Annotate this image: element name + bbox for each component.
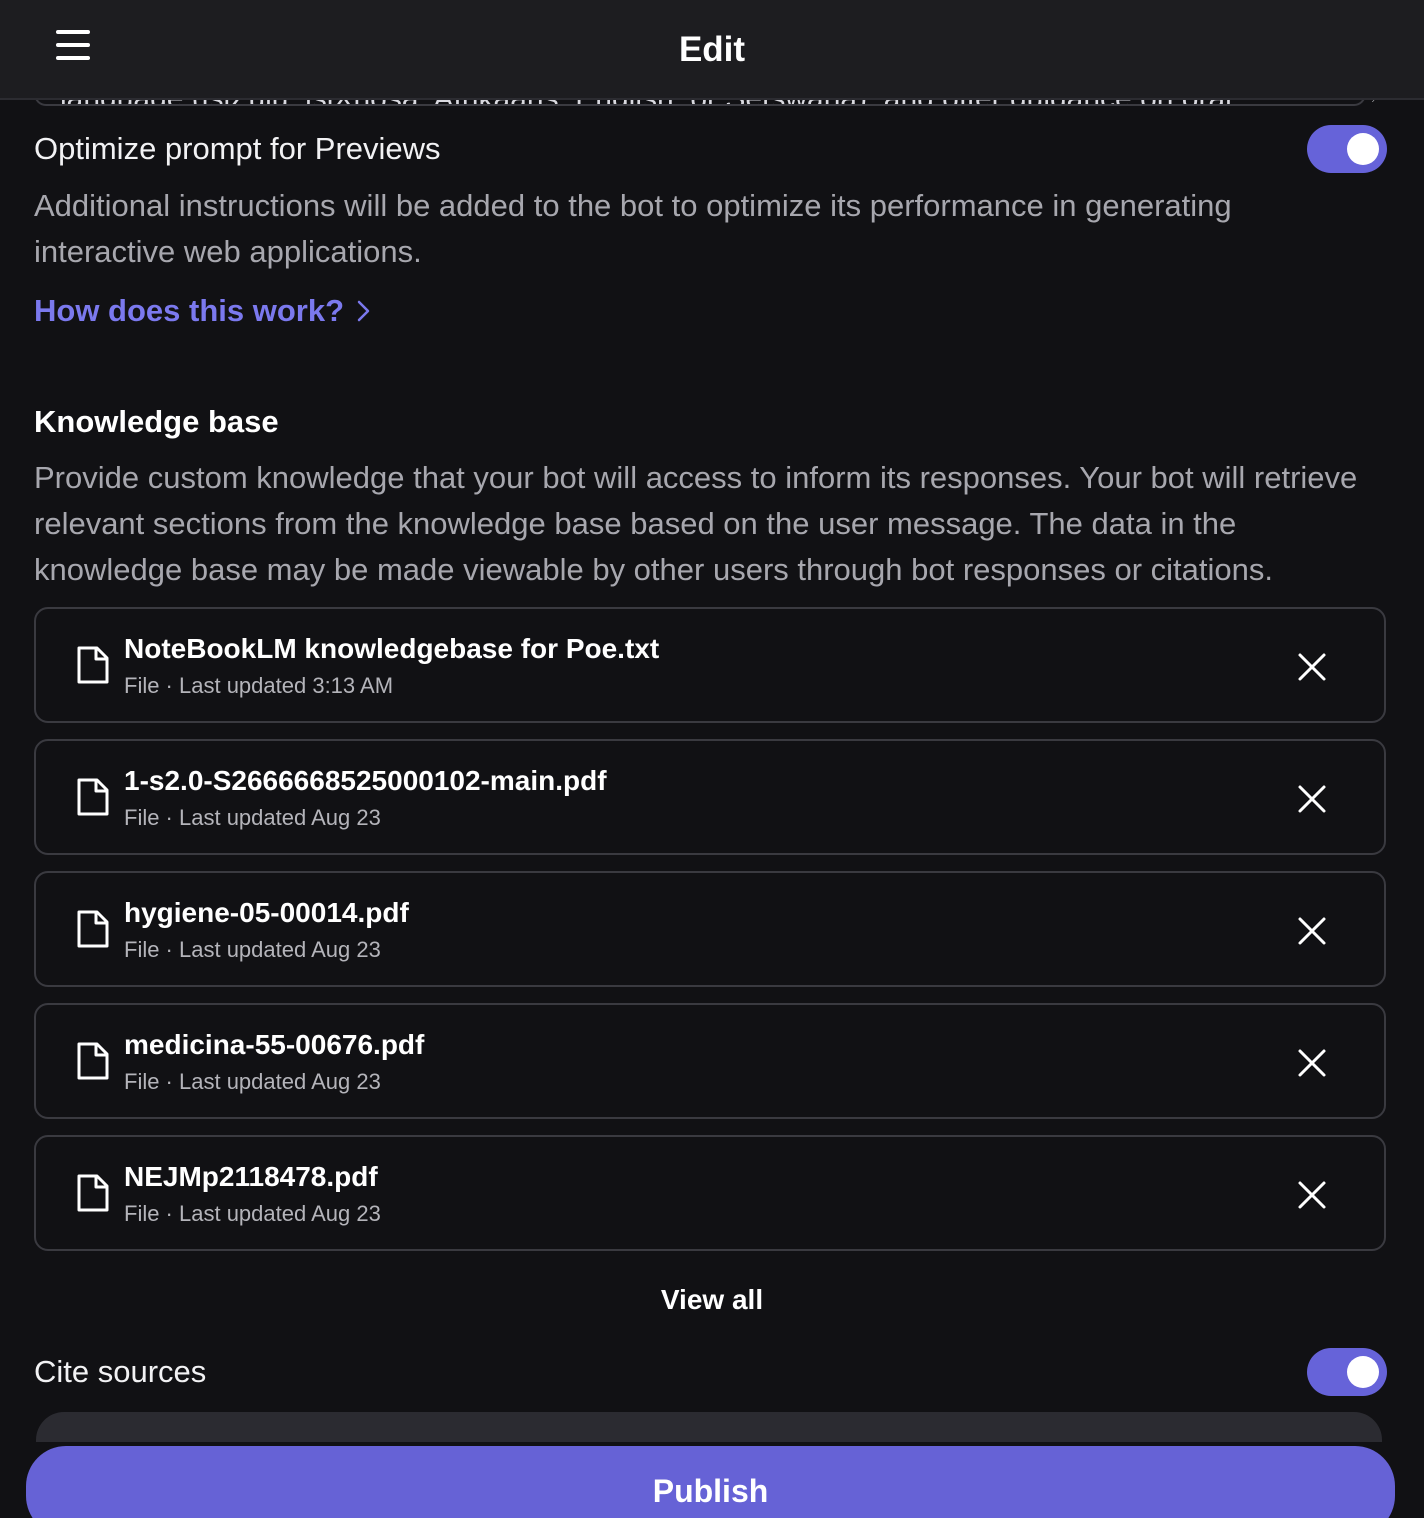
view-all-button[interactable]: View all	[0, 1284, 1424, 1316]
knowledge-base-title: Knowledge base	[34, 404, 279, 439]
file-icon	[77, 778, 109, 816]
file-item[interactable]: hygiene-05-00014.pdf File · Last updated…	[34, 871, 1386, 987]
chevron-right-icon	[357, 300, 370, 322]
file-name: 1-s2.0-S2666668525000102-main.pdf	[124, 765, 607, 796]
optimize-previews-label: Optimize prompt for Previews	[34, 131, 441, 166]
file-icon	[77, 1042, 109, 1080]
cite-sources-label: Cite sources	[34, 1354, 207, 1389]
file-meta: File · Last updated Aug 23	[124, 937, 381, 962]
how-does-this-work-link[interactable]: How does this work?	[34, 293, 372, 329]
file-item[interactable]: medicina-55-00676.pdf File · Last update…	[34, 1003, 1386, 1119]
file-item[interactable]: NEJMp2118478.pdf File · Last updated Aug…	[34, 1135, 1386, 1251]
close-icon[interactable]	[1292, 911, 1332, 951]
close-icon[interactable]	[1292, 779, 1332, 819]
file-name: medicina-55-00676.pdf	[124, 1029, 425, 1060]
file-icon	[77, 1174, 109, 1212]
publish-button[interactable]: Publish	[26, 1446, 1395, 1518]
close-icon[interactable]	[1292, 1175, 1332, 1215]
file-meta: File · Last updated Aug 23	[124, 805, 381, 830]
top-bar: Edit	[0, 0, 1424, 100]
how-does-this-work-label: How does this work?	[34, 293, 345, 328]
knowledge-base-description: Provide custom knowledge that your bot w…	[34, 460, 1358, 587]
cite-sources-toggle[interactable]	[1307, 1348, 1387, 1396]
optimize-previews-description: Additional instructions will be added to…	[34, 188, 1232, 269]
file-item[interactable]: NoteBookLM knowledgebase for Poe.txt Fil…	[34, 607, 1386, 723]
optimize-previews-toggle[interactable]	[1307, 125, 1387, 173]
edit-bot-page: language (isiZulu, isiXhosa, Afrikaans, …	[0, 0, 1424, 1518]
file-meta: File · Last updated Aug 23	[124, 1069, 381, 1094]
toggle-knob	[1347, 133, 1379, 165]
file-icon	[77, 646, 109, 684]
file-name: hygiene-05-00014.pdf	[124, 897, 409, 928]
page-title: Edit	[678, 30, 746, 69]
file-name: NoteBookLM knowledgebase for Poe.txt	[124, 633, 660, 664]
close-icon[interactable]	[1292, 1043, 1332, 1083]
file-icon	[77, 910, 109, 948]
file-item[interactable]: 1-s2.0-S2666668525000102-main.pdf File ·…	[34, 739, 1386, 855]
file-name: NEJMp2118478.pdf	[124, 1161, 378, 1192]
close-icon[interactable]	[1292, 647, 1332, 687]
next-section-field	[36, 1412, 1382, 1442]
toggle-knob	[1347, 1356, 1379, 1388]
file-meta: File · Last updated Aug 23	[124, 1201, 381, 1226]
file-meta: File · Last updated 3:13 AM	[124, 673, 394, 698]
